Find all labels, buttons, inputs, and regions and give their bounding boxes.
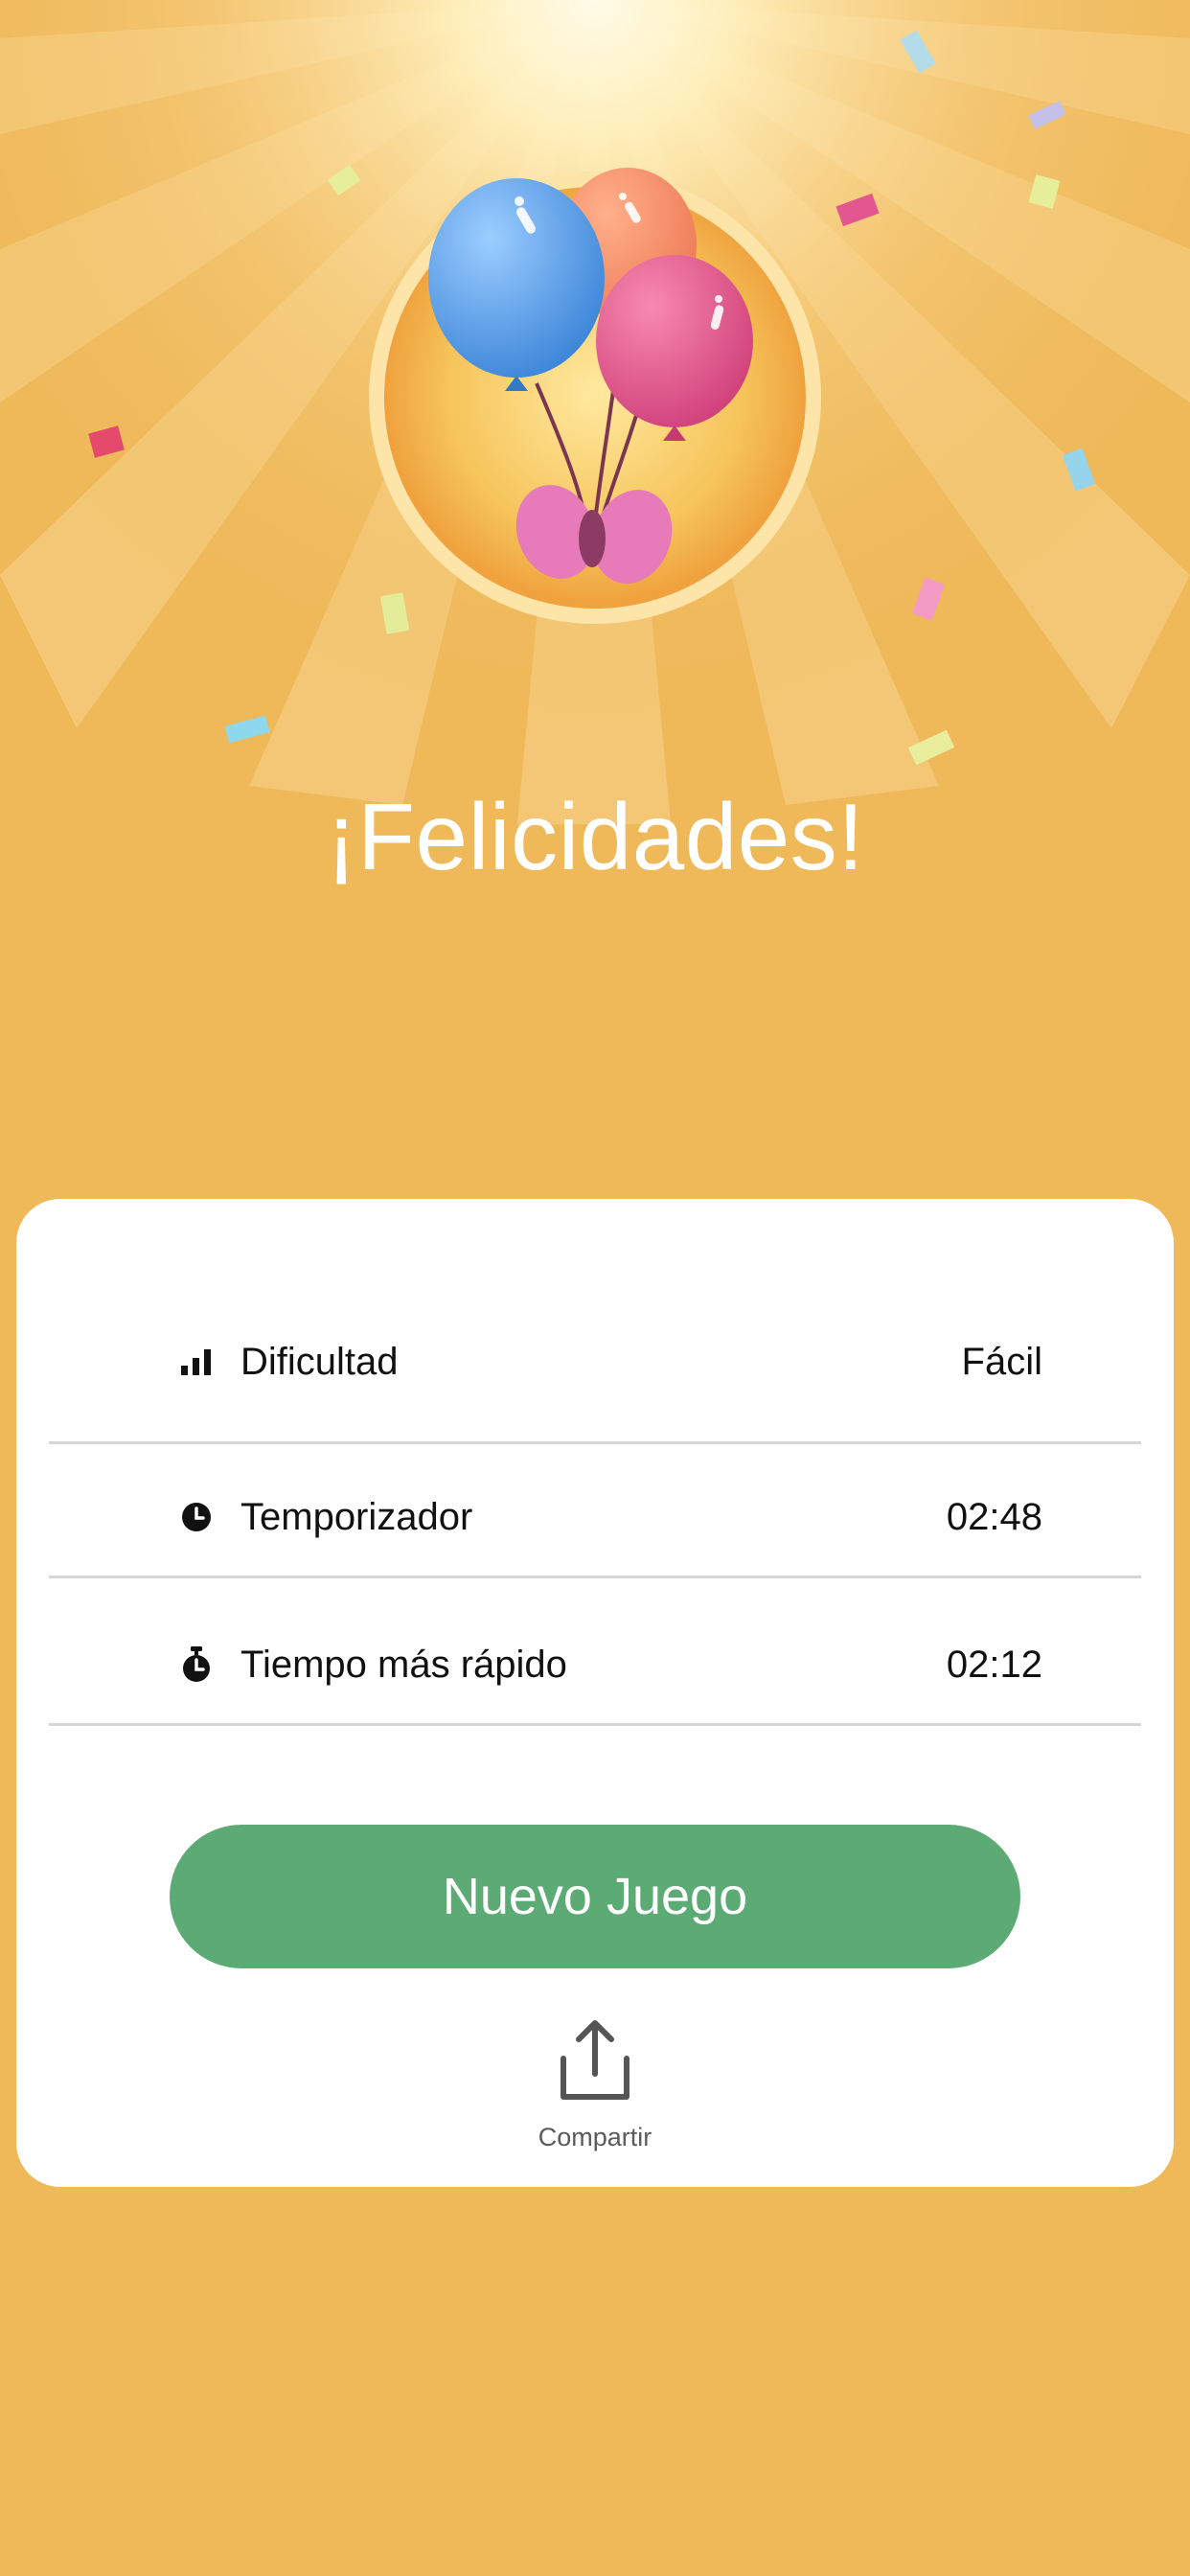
share-label: Compartir (538, 2123, 652, 2151)
results-card: Dificultad Fácil Temporizador 02:48 Tiem… (16, 1199, 1174, 2187)
share-icon (561, 2020, 629, 2100)
share-button[interactable]: Compartir (499, 2018, 691, 2152)
celebration-illustration (0, 0, 1190, 824)
congratulations-title: ¡Felicidades! (325, 784, 865, 889)
stat-label: Temporizador (240, 1496, 473, 1538)
stat-value: 02:48 (946, 1496, 1042, 1538)
stat-label: Tiempo más rápido (240, 1644, 567, 1686)
clock-icon (182, 1503, 211, 1531)
stat-label: Dificultad (240, 1341, 399, 1383)
stat-row-best-time: Tiempo más rápido 02:12 (49, 1578, 1141, 1726)
stat-value: 02:12 (946, 1644, 1042, 1686)
stopwatch-icon (183, 1646, 210, 1682)
stat-row-difficulty: Dificultad Fácil (49, 1295, 1141, 1444)
stat-value: Fácil (961, 1341, 1042, 1383)
bar-chart-icon (181, 1349, 211, 1375)
new-game-button[interactable]: Nuevo Juego (170, 1825, 1020, 1968)
stat-row-timer: Temporizador 02:48 (49, 1444, 1141, 1578)
sunburst-balloons-illustration (0, 0, 1190, 824)
